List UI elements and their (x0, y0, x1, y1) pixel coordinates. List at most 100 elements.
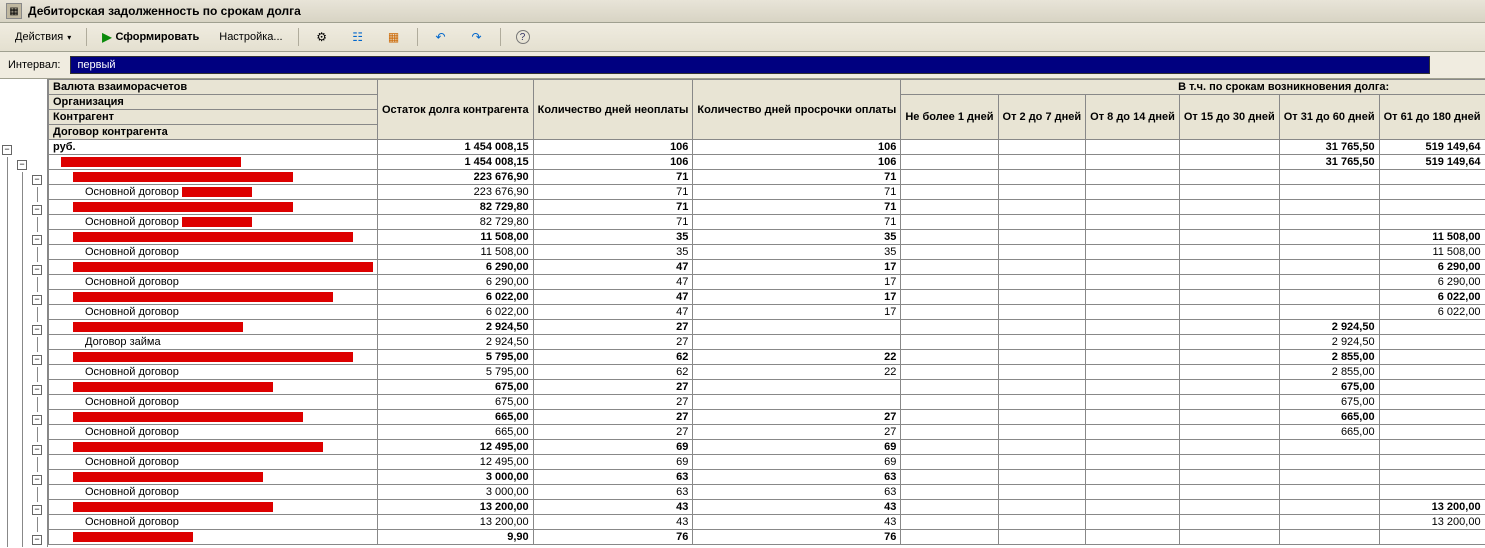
table-row[interactable]: Основной договор 82 729,80717182 729,80 (49, 215, 1485, 230)
cell-p2 (998, 185, 1086, 200)
cell-p1 (901, 170, 998, 185)
table-row[interactable]: 9,9076769,90 (49, 530, 1485, 545)
cell-p1 (901, 185, 998, 200)
header-p1: Не более 1 дней (901, 95, 998, 140)
form-button[interactable]: ▶ Сформировать (93, 26, 208, 48)
cell-p3 (1086, 185, 1180, 200)
table-row[interactable]: 13 200,00434313 200,00 (49, 500, 1485, 515)
settings-button[interactable]: Настройка... (210, 27, 291, 47)
cell-p4 (1179, 470, 1279, 485)
cell-p3 (1086, 380, 1180, 395)
tree-row: − (0, 502, 47, 517)
table-row[interactable]: 665,002727665,00 (49, 410, 1485, 425)
expander-icon[interactable]: − (32, 355, 42, 365)
redo-button[interactable]: ↷ (460, 25, 494, 49)
cell-bal: 5 795,00 (378, 350, 534, 365)
table-row[interactable]: 11 508,00353511 508,00 (49, 230, 1485, 245)
expander-icon[interactable]: − (2, 145, 12, 155)
play-icon: ▶ (102, 30, 111, 44)
cell-p6 (1379, 185, 1485, 200)
cell-do: 17 (693, 275, 901, 290)
table-row[interactable]: Основной договор 3 000,0063633 000,00 (49, 485, 1485, 500)
row-label (49, 320, 378, 335)
tree-row: − (0, 262, 47, 277)
table-row[interactable]: Основной договор 6 290,0047176 290,00 (49, 275, 1485, 290)
toolbar: Действия ▾ ▶ Сформировать Настройка... ⚙… (0, 23, 1485, 52)
actions-button[interactable]: Действия ▾ (6, 27, 80, 47)
cell-p6: 13 200,00 (1379, 500, 1485, 515)
table-row[interactable]: 223 676,907171223 676,90 (49, 170, 1485, 185)
cell-du: 63 (533, 485, 693, 500)
table-row[interactable]: руб. 1 454 008,1510610631 765,50519 149,… (49, 140, 1485, 155)
table-row[interactable]: 3 000,0063633 000,00 (49, 470, 1485, 485)
cell-do (693, 335, 901, 350)
grid-button[interactable]: ▦ (377, 25, 411, 49)
cell-p3 (1086, 215, 1180, 230)
table-row[interactable]: 5 795,0062222 855,002 940,00 (49, 350, 1485, 365)
expander-icon[interactable]: − (32, 475, 42, 485)
table-row[interactable]: 6 290,0047176 290,00 (49, 260, 1485, 275)
tree-button[interactable]: ☷ (341, 25, 375, 49)
expander-icon[interactable]: − (17, 160, 27, 170)
cell-p4 (1179, 440, 1279, 455)
cell-du: 27 (533, 380, 693, 395)
table-row[interactable]: Основной договор 12 495,00696912 495,00 (49, 455, 1485, 470)
table-row[interactable]: Основной договор 13 200,00434313 200,00 (49, 515, 1485, 530)
table-row[interactable]: Основной договор 223 676,907171223 676,9… (49, 185, 1485, 200)
table-row[interactable]: 6 022,0047176 022,00 (49, 290, 1485, 305)
cell-p6 (1379, 335, 1485, 350)
table-row[interactable]: 675,0027675,00 (49, 380, 1485, 395)
expander-icon[interactable]: − (32, 445, 42, 455)
row-label (49, 200, 378, 215)
cell-p1 (901, 425, 998, 440)
table-row[interactable]: Основной договор 665,002727665,00 (49, 425, 1485, 440)
table-row[interactable]: Основной договор 5 795,0062222 855,002 9… (49, 365, 1485, 380)
cell-p5 (1279, 185, 1379, 200)
cell-do: 27 (693, 425, 901, 440)
table-row[interactable]: 82 729,80717182 729,80 (49, 200, 1485, 215)
row-label: Основной договор (49, 245, 378, 260)
table-row[interactable]: Основной договор 11 508,00353511 508,00 (49, 245, 1485, 260)
table-row[interactable]: Основной договор 6 022,0047176 022,00 (49, 305, 1485, 320)
cell-du: 47 (533, 305, 693, 320)
table-row[interactable]: Основной договор 675,0027675,00 (49, 395, 1485, 410)
row-label (49, 260, 378, 275)
expander-icon[interactable]: − (32, 415, 42, 425)
expander-icon[interactable]: − (32, 175, 42, 185)
cell-bal: 11 508,00 (378, 245, 534, 260)
cell-p2 (998, 275, 1086, 290)
interval-input[interactable]: первый (70, 56, 1430, 74)
cell-p4 (1179, 290, 1279, 305)
cell-do: 43 (693, 515, 901, 530)
cell-do: 17 (693, 260, 901, 275)
cell-p3 (1086, 335, 1180, 350)
cell-p5: 31 765,50 (1279, 140, 1379, 155)
cell-p6: 13 200,00 (1379, 515, 1485, 530)
expander-icon[interactable]: − (32, 325, 42, 335)
table-row[interactable]: 2 924,50272 924,50 (49, 320, 1485, 335)
expander-icon[interactable]: − (32, 265, 42, 275)
expander-icon[interactable]: − (32, 295, 42, 305)
help-button[interactable]: ? (507, 26, 539, 48)
cell-bal: 6 022,00 (378, 305, 534, 320)
grid-icon: ▦ (386, 29, 402, 45)
expander-icon[interactable]: − (32, 385, 42, 395)
table-row[interactable]: 1 454 008,1510610631 765,50519 149,64903… (49, 155, 1485, 170)
expander-icon[interactable]: − (32, 205, 42, 215)
cell-do: 35 (693, 230, 901, 245)
cell-p5 (1279, 260, 1379, 275)
config-button[interactable]: ⚙ (305, 25, 339, 49)
undo-button[interactable]: ↶ (424, 25, 458, 49)
tree-row: − (0, 442, 47, 457)
separator (500, 28, 501, 46)
cell-du: 106 (533, 140, 693, 155)
header-p5: От 31 до 60 дней (1279, 95, 1379, 140)
table-row[interactable]: 12 495,00696912 495,00 (49, 440, 1485, 455)
cell-bal: 11 508,00 (378, 230, 534, 245)
cell-p4 (1179, 335, 1279, 350)
tree-row: − (0, 142, 47, 157)
table-row[interactable]: Договор займа 2 924,50272 924,50 (49, 335, 1485, 350)
expander-icon[interactable]: − (32, 535, 42, 545)
expander-icon[interactable]: − (32, 235, 42, 245)
expander-icon[interactable]: − (32, 505, 42, 515)
